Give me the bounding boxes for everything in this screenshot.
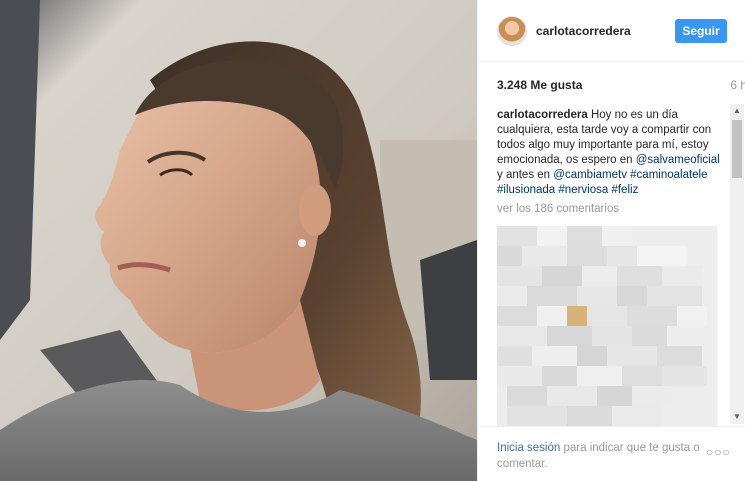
post-header: carlotacorredera Seguir xyxy=(478,0,745,62)
post-time[interactable]: 6 h xyxy=(730,78,745,92)
username-link[interactable]: carlotacorredera xyxy=(536,24,631,38)
caption: carlotacorredera Hoy no es un día cualqu… xyxy=(497,108,727,198)
comments-area: carlotacorredera Hoy no es un día cualqu… xyxy=(497,108,727,426)
pixelated-comments xyxy=(497,226,717,426)
scroll-thumb[interactable] xyxy=(732,120,742,178)
tag-cambiametv[interactable]: @cambiametv xyxy=(553,169,627,181)
tag-nerviosa[interactable]: #nerviosa xyxy=(558,184,608,196)
login-prompt: Inicia sesión para indicar que te gusta … xyxy=(497,440,702,472)
selfie-image xyxy=(0,0,477,481)
post-footer: Inicia sesión para indicar que te gusta … xyxy=(478,426,745,481)
follow-button[interactable]: Seguir xyxy=(675,19,727,43)
caption-text-2: y antes en xyxy=(497,169,551,181)
post-photo[interactable] xyxy=(0,0,477,481)
scroll-down-arrow-icon[interactable]: ▼ xyxy=(730,410,744,424)
tag-caminoalatele[interactable]: #caminoalatele xyxy=(630,169,707,181)
scroll-up-arrow-icon[interactable]: ▲ xyxy=(730,104,744,118)
avatar[interactable] xyxy=(497,16,527,46)
post-side-panel: carlotacorredera Seguir 3.248 Me gusta 6… xyxy=(477,0,745,481)
tag-feliz[interactable]: #feliz xyxy=(611,184,638,196)
tag-ilusionada[interactable]: #ilusionada xyxy=(497,184,555,196)
comments-scrollbar[interactable]: ▲ ▼ xyxy=(730,104,744,424)
mention-salvameoficial[interactable]: @salvameoficial xyxy=(636,154,720,166)
login-link[interactable]: Inicia sesión xyxy=(497,442,560,454)
likes-count[interactable]: 3.248 Me gusta xyxy=(497,78,582,92)
view-comments-link[interactable]: ver los 186 comentarios xyxy=(497,202,727,217)
caption-username[interactable]: carlotacorredera xyxy=(497,109,588,121)
post-stats: 3.248 Me gusta 6 h xyxy=(497,78,745,92)
more-options-icon[interactable]: ○○○ xyxy=(706,445,731,459)
